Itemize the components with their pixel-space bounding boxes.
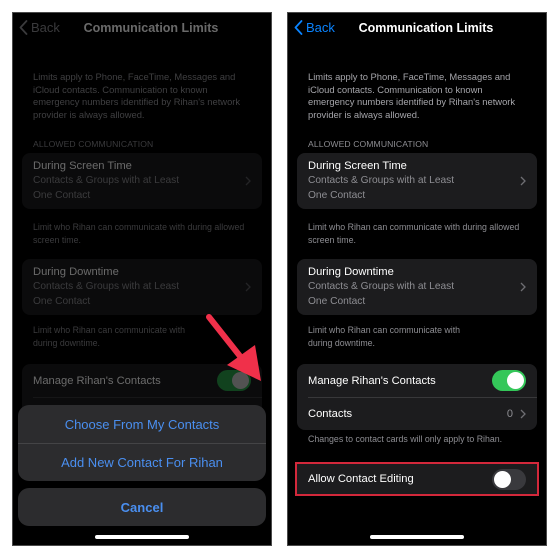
manage-contacts-row: Manage Rihan's Contacts: [297, 364, 537, 397]
downtime-footer-line-2: during downtime.: [308, 337, 375, 348]
screen-time-subtitle-1: Contacts & Groups with at Least: [308, 175, 455, 186]
downtime-subtitle-2: One Contact: [308, 296, 366, 307]
downtime-footer-line-1: Limit who Rihan can communicate with: [308, 325, 461, 335]
downtime-footer: Limit who Rihan can communicate with dur…: [308, 324, 526, 349]
home-indicator: [370, 535, 464, 539]
manage-contacts-toggle[interactable]: [492, 370, 526, 391]
screen-time-footer: Limit who Rihan can communicate with dur…: [308, 222, 520, 245]
screen-time-cell[interactable]: During Screen Time Contacts & Groups wit…: [297, 153, 537, 209]
downtime-subtitle-1: Contacts & Groups with at Least: [308, 281, 455, 292]
contacts-row[interactable]: Contacts 0: [297, 397, 537, 430]
section-header-allowed-communication: ALLOWED COMMUNICATION: [308, 139, 429, 149]
action-sheet: Choose From My Contacts Add New Contact …: [18, 405, 266, 481]
contacts-label: Contacts: [308, 407, 353, 420]
manage-contacts-label: Manage Rihan's Contacts: [308, 374, 436, 387]
cancel-button[interactable]: Cancel: [18, 488, 266, 526]
downtime-title: During Downtime: [308, 266, 394, 278]
contacts-count: 0: [506, 407, 513, 420]
chevron-right-icon: [520, 176, 526, 186]
nav-bar: Back Communication Limits: [288, 13, 546, 45]
downtime-cell[interactable]: During Downtime Contacts & Groups with a…: [297, 259, 537, 315]
contacts-footer: Changes to contact cards will only apply…: [308, 434, 503, 444]
right-phone-screen: Back Communication Limits Limits apply t…: [287, 12, 547, 546]
chevron-right-icon: [520, 282, 526, 292]
page-title: Communication Limits: [358, 21, 494, 35]
manage-contacts-group: Manage Rihan's Contacts Contacts 0: [297, 364, 537, 430]
left-phone-screen: Back Communication Limits Limits apply t…: [12, 12, 272, 546]
limits-description: Limits apply to Phone, FaceTime, Message…: [308, 71, 516, 120]
screen-time-subtitle-2: One Contact: [308, 190, 366, 201]
choose-from-my-contacts-button[interactable]: Choose From My Contacts: [18, 405, 266, 443]
chevron-right-icon: [520, 409, 526, 418]
add-new-contact-button[interactable]: Add New Contact For Rihan: [18, 443, 266, 481]
action-sheet-cancel-group: Cancel: [18, 488, 266, 526]
annotation-arrow-icon: [206, 314, 261, 381]
screen-time-title: During Screen Time: [308, 160, 407, 172]
highlight-box: [295, 462, 539, 496]
home-indicator: [95, 535, 189, 539]
